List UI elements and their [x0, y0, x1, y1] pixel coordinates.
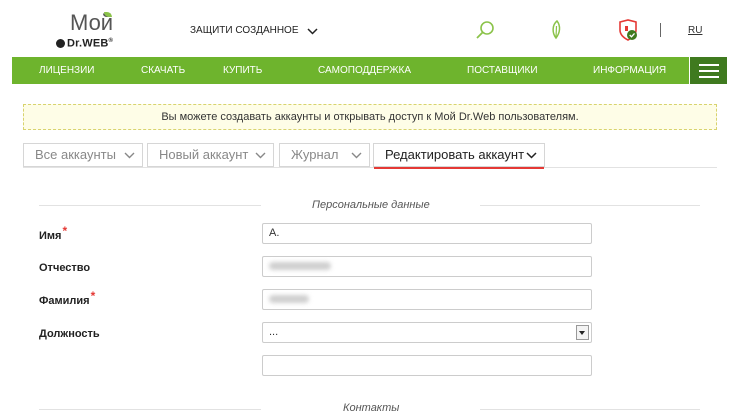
position-select-value: ... — [269, 326, 279, 338]
logo-brand: Dr.WEB® — [56, 35, 113, 50]
redacted-value — [269, 262, 331, 271]
nav-item-download[interactable]: СКАЧАТЬ — [141, 57, 185, 84]
surname-input[interactable] — [262, 289, 592, 310]
name-input-value: А. — [269, 227, 280, 239]
section-divider — [39, 409, 261, 410]
nav-item-vendors[interactable]: ПОСТАВЩИКИ — [467, 57, 538, 84]
section-divider — [480, 409, 700, 410]
main-navigation: ЛИЦЕНЗИИ СКАЧАТЬ КУПИТЬ САМОПОДДЕРЖКА ПО… — [12, 57, 727, 84]
redacted-value — [269, 295, 309, 304]
nav-item-buy[interactable]: КУПИТЬ — [223, 57, 262, 84]
section-divider — [39, 205, 261, 206]
nav-item-self-support[interactable]: САМОПОДДЕРЖКА — [318, 57, 411, 84]
info-notice: Вы можете создавать аккаунты и открывать… — [23, 104, 717, 130]
language-switch[interactable]: RU — [688, 25, 702, 36]
hamburger-line — [699, 70, 719, 72]
leaf-icon[interactable] — [546, 18, 568, 42]
custom-position-input[interactable] — [262, 355, 592, 376]
patronymic-label: Отчество — [39, 262, 91, 274]
position-label: Должность — [39, 328, 100, 340]
tab-new-account[interactable]: Новый аккаунт — [147, 143, 274, 167]
chevron-down-icon — [255, 152, 266, 159]
section-divider — [480, 205, 700, 206]
patronymic-input[interactable] — [262, 256, 592, 277]
section-title-contacts: Контакты — [343, 402, 400, 414]
tab-journal[interactable]: Журнал — [279, 143, 370, 167]
tab-edit-account[interactable]: Редактировать аккаунт — [373, 143, 545, 169]
mydrweb-logo[interactable]: Мой Dr.WEB® — [56, 12, 120, 52]
hamburger-line — [699, 76, 719, 78]
chevron-down-icon — [526, 152, 537, 159]
active-tab-indicator — [374, 167, 544, 169]
protect-created-label: ЗАЩИТИ СОЗДАННОЕ — [190, 25, 299, 36]
hamburger-line — [699, 64, 719, 66]
nav-item-licenses[interactable]: ЛИЦЕНЗИИ — [39, 57, 94, 84]
protect-created-dropdown[interactable]: ЗАЩИТИ СОЗДАННОЕ — [190, 24, 318, 38]
tab-all-accounts[interactable]: Все аккаунты — [23, 143, 143, 167]
surname-label: Фамилия* — [39, 289, 95, 307]
tab-label: Все аккаунты — [35, 147, 116, 162]
chevron-down-icon — [351, 152, 362, 159]
nav-item-information[interactable]: ИНФОРМАЦИЯ — [593, 57, 666, 84]
select-arrow-icon[interactable] — [576, 325, 589, 340]
search-icon[interactable] — [474, 18, 496, 42]
tab-label: Новый аккаунт — [159, 147, 249, 162]
name-label: Имя* — [39, 224, 67, 242]
logo-brand-text: Dr.WEB — [67, 37, 109, 50]
name-input[interactable]: А. — [262, 223, 592, 244]
position-select[interactable]: ... — [262, 322, 592, 343]
chevron-down-icon — [306, 27, 318, 35]
tab-label: Журнал — [291, 147, 339, 162]
header-divider — [660, 23, 661, 37]
menu-hamburger-button[interactable] — [689, 57, 727, 84]
account-tabs: Все аккаунты Новый аккаунт Журнал Редакт… — [23, 143, 717, 171]
surname-label-text: Фамилия — [39, 295, 90, 307]
tabs-baseline — [23, 167, 717, 168]
tab-label: Редактировать аккаунт — [385, 147, 525, 162]
required-mark: * — [90, 289, 96, 303]
section-title-personal: Персональные данные — [312, 199, 430, 211]
spider-icon — [56, 38, 65, 48]
required-mark: * — [62, 224, 68, 238]
header: Мой Dr.WEB® ЗАЩИТИ СОЗДАННОЕ RU — [0, 0, 746, 56]
chevron-down-icon — [124, 152, 135, 159]
shield-icon[interactable] — [617, 18, 639, 42]
name-label-text: Имя — [39, 230, 62, 242]
